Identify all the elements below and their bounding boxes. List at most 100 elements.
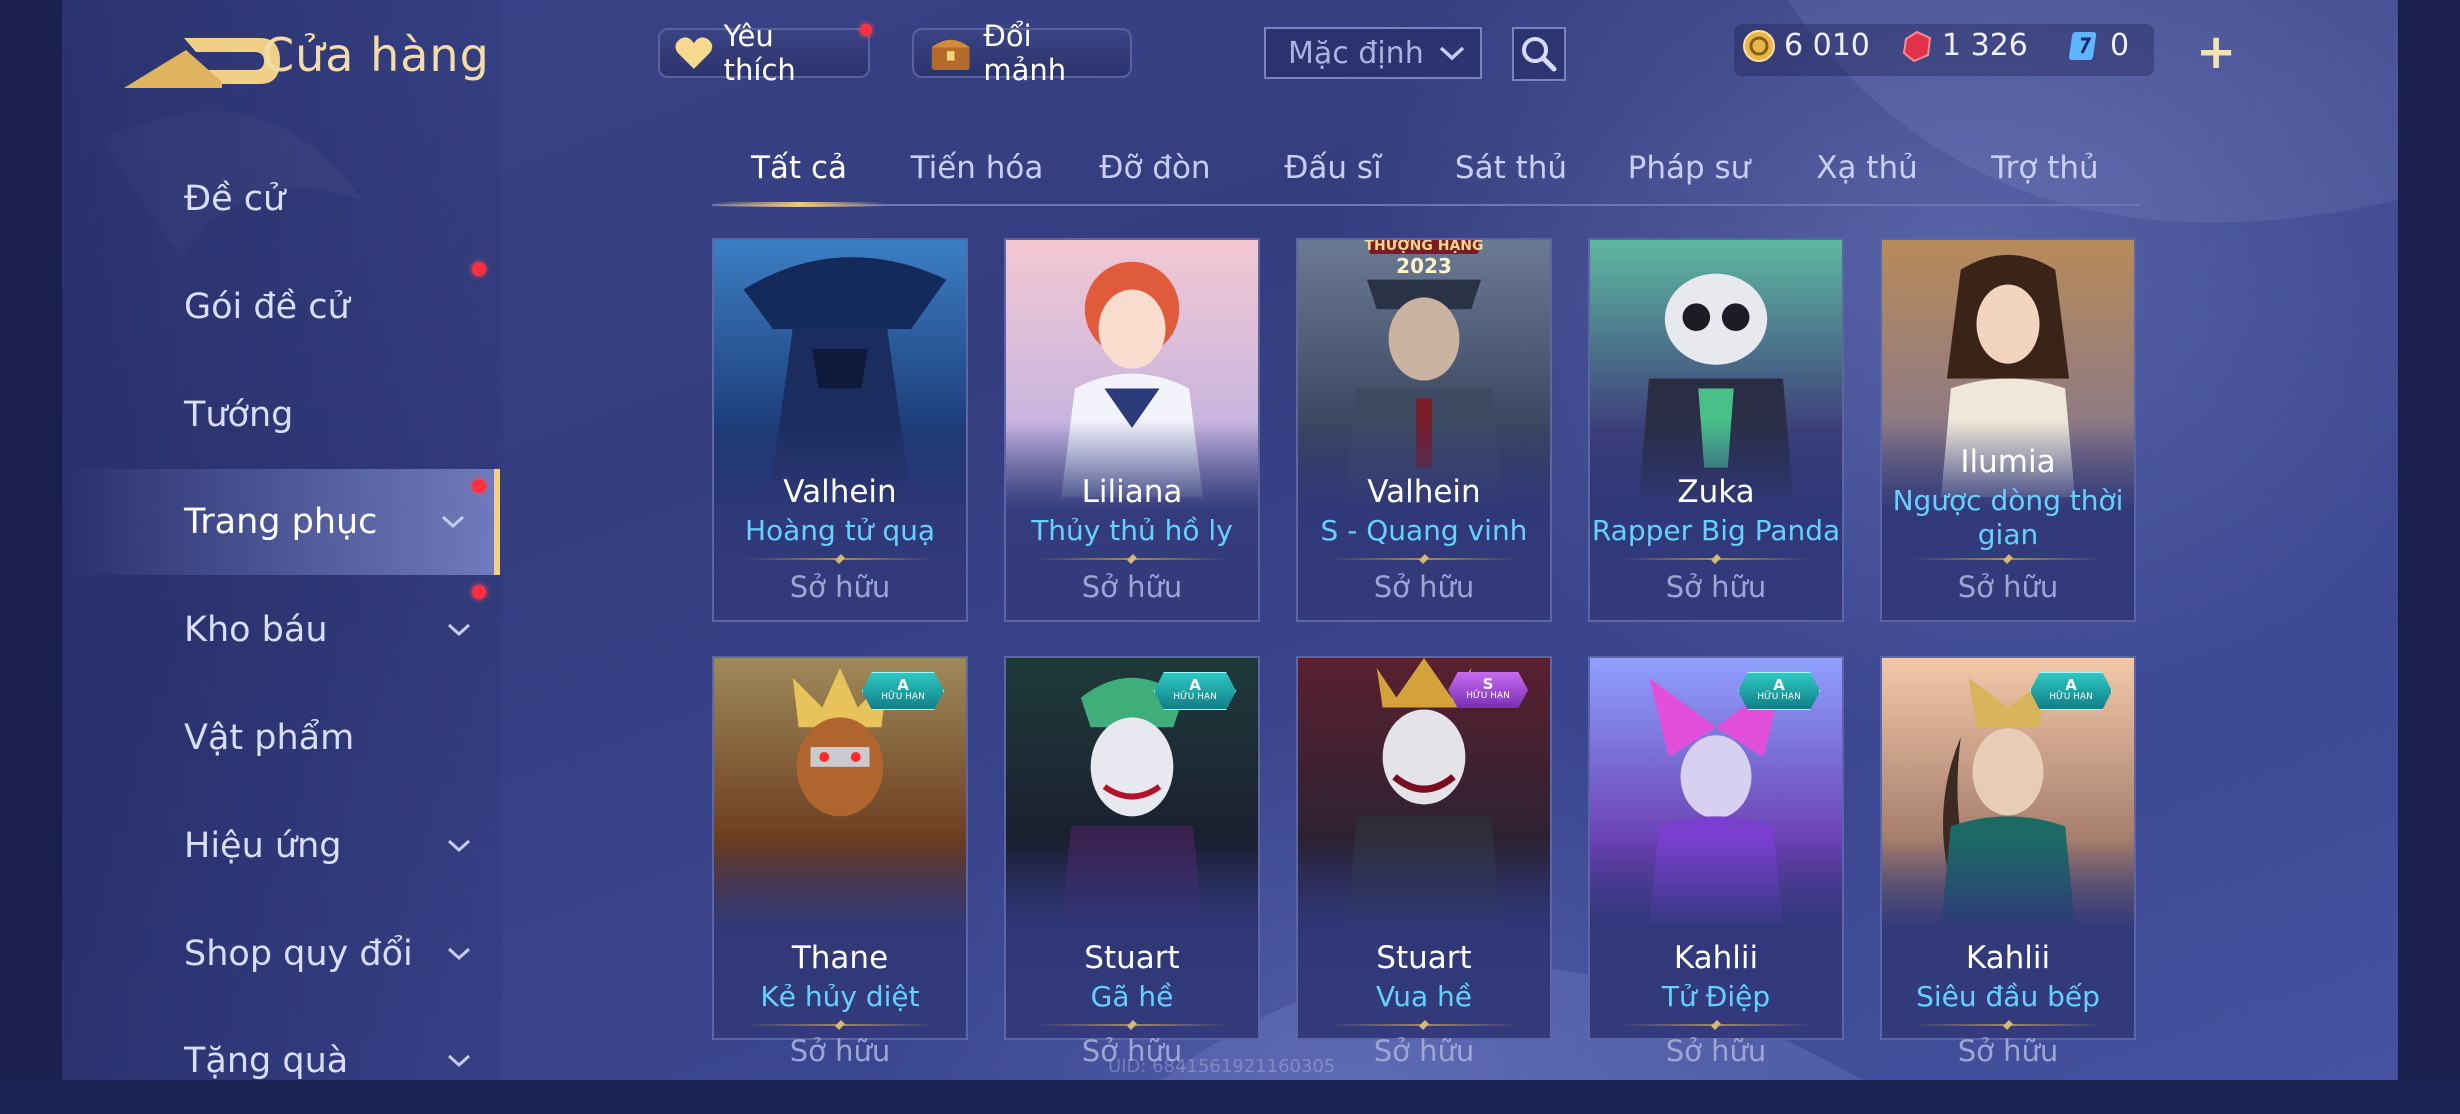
- skin-name: Kẻ hủy diệt: [760, 980, 920, 1013]
- notification-dot: [472, 585, 486, 599]
- hero-class-tabs: Tất cả Tiến hóa Đỡ đòn Đấu sĩ Sát thủ Ph…: [712, 142, 2140, 207]
- owned-status: Sở hữu: [1957, 570, 2059, 604]
- skin-card[interactable]: Zuka Rapper Big Panda Sở hữu: [1588, 238, 1844, 622]
- skin-card[interactable]: A HỮU HẠN Kahlii Tử Điệp: [1588, 656, 1844, 1040]
- back-arrow-icon[interactable]: [122, 26, 282, 96]
- limited-label: HỮU HẠN: [1757, 692, 1801, 702]
- notification-dot: [472, 262, 486, 276]
- skin-name: Ngược dòng thời gian: [1892, 484, 2124, 551]
- hero-name: Liliana: [1081, 474, 1183, 510]
- skin-name: Vua hề: [1375, 980, 1473, 1013]
- hero-name: Kahlii: [1673, 940, 1759, 976]
- chevron-down-icon: [447, 1054, 471, 1068]
- grade-badge: A HỮU HẠN: [2030, 672, 2112, 710]
- voucher-balance: 0: [2068, 28, 2129, 63]
- sidebar-item-label: Đề cử: [184, 179, 286, 219]
- card-divider: [744, 1024, 936, 1026]
- favorites-label: Yêu thích: [723, 19, 796, 87]
- tab-mage[interactable]: Pháp sư: [1602, 142, 1776, 204]
- grade-badge: A HỮU HẠN: [1738, 672, 1820, 710]
- owned-status: Sở hữu: [1665, 570, 1767, 604]
- tab-evolution[interactable]: Tiến hóa: [890, 142, 1064, 204]
- sidebar-item-treasure[interactable]: Kho báu: [62, 577, 500, 683]
- tab-assassin[interactable]: Sát thủ: [1424, 142, 1598, 204]
- skin-name: Gã hề: [1090, 980, 1174, 1013]
- card-divider: [1912, 558, 2104, 560]
- card-divider: [1328, 1024, 1520, 1026]
- shard-exchange-button[interactable]: Đổi mảnh: [912, 19, 1132, 87]
- voucher-icon: [2069, 31, 2097, 60]
- card-divider: [1036, 558, 1228, 560]
- treasure-chest-icon: [931, 39, 970, 71]
- card-divider: [1620, 1024, 1812, 1026]
- owned-status: Sở hữu: [1373, 570, 1475, 604]
- limited-label: HỮU HẠN: [1466, 691, 1510, 701]
- voucher-balance-value: 0: [2110, 28, 2130, 63]
- grade-letter: A: [2065, 676, 2077, 694]
- notification-dot: [860, 24, 872, 36]
- sidebar-item-recommended[interactable]: Đề cử: [62, 146, 500, 252]
- premium-banner-year: 2023: [1396, 254, 1452, 278]
- owned-status: Sở hữu: [789, 570, 891, 604]
- favorites-button[interactable]: Yêu thích: [658, 19, 872, 87]
- skin-card[interactable]: Liliana Thủy thủ hồ ly Sở hữu: [1004, 238, 1260, 622]
- sidebar-item-label: Kho báu: [184, 610, 328, 650]
- gold-balance: 6 010: [1742, 28, 1870, 63]
- sidebar-item-recommended-packs[interactable]: Gói đề cử: [62, 254, 500, 360]
- skin-name: Thủy thủ hồ ly: [1031, 514, 1233, 547]
- skin-card[interactable]: Ilumia Ngược dòng thời gian Sở hữu: [1880, 238, 2136, 622]
- heart-icon: [675, 37, 713, 69]
- grade-letter: A: [897, 676, 909, 694]
- sidebar-item-label: Tặng quà: [184, 1041, 349, 1081]
- sidebar-item-label: Trang phục: [184, 502, 378, 542]
- add-currency-button[interactable]: +: [2196, 28, 2236, 76]
- grade-letter: S: [1482, 675, 1494, 693]
- sort-dropdown[interactable]: Mặc định: [1264, 27, 1482, 79]
- skin-card[interactable]: A HỮU HẠN Thane Kẻ hủy diệt: [712, 656, 968, 1040]
- gold-balance-value: 6 010: [1784, 28, 1870, 63]
- skin-card[interactable]: Valhein Hoàng tử quạ Sở hữu: [712, 238, 968, 622]
- hero-name: Ilumia: [1960, 444, 2056, 480]
- right-letterbox: [2398, 0, 2460, 1080]
- sidebar-item-items[interactable]: Vật phẩm: [62, 685, 500, 791]
- card-divider: [1036, 1024, 1228, 1026]
- sidebar-item-effects[interactable]: Hiệu ứng: [62, 793, 500, 899]
- sidebar-item-skins[interactable]: Trang phục: [62, 469, 500, 575]
- user-id-watermark: UID: 6841561921160305: [1108, 1056, 1336, 1077]
- grade-letter: A: [1773, 676, 1785, 694]
- ruby-gem-icon: [1902, 30, 1932, 62]
- search-button[interactable]: [1512, 27, 1566, 81]
- card-divider: [1328, 558, 1520, 560]
- hero-name: Kahlii: [1965, 940, 2051, 976]
- skin-name: Rapper Big Panda: [1591, 514, 1841, 547]
- chevron-down-icon: [447, 839, 471, 853]
- skin-card[interactable]: A HỮU HẠN Stuart Gã hề: [1004, 656, 1260, 1040]
- owned-status: Sở hữu: [789, 1034, 891, 1068]
- skin-card[interactable]: THƯỢNG HẠNG 2023 Valhein S - Quang vinh …: [1296, 238, 1552, 622]
- sidebar-item-gifting[interactable]: Tặng quà: [62, 1008, 500, 1114]
- tab-marksman[interactable]: Xạ thủ: [1780, 142, 1954, 204]
- premium-banner-label: THƯỢNG HẠNG: [1364, 238, 1484, 254]
- grade-badge: S HỮU HẠN: [1448, 672, 1528, 708]
- tab-tank[interactable]: Đỡ đòn: [1068, 142, 1242, 204]
- skin-card[interactable]: A HỮU HẠN Kahlii Siêu đầu bếp: [1880, 656, 2136, 1040]
- hero-name: Valhein: [1367, 474, 1481, 510]
- card-divider: [744, 558, 936, 560]
- chevron-down-icon: [441, 515, 465, 529]
- tab-warrior[interactable]: Đấu sĩ: [1246, 142, 1420, 204]
- tab-support[interactable]: Trợ thủ: [1958, 142, 2132, 204]
- chevron-down-icon: [1439, 46, 1465, 61]
- tab-all[interactable]: Tất cả: [712, 142, 886, 207]
- grade-letter: A: [1189, 676, 1201, 694]
- skin-card[interactable]: S HỮU HẠN Stuart Vua hề: [1296, 656, 1552, 1040]
- owned-status: Sở hữu: [1081, 570, 1183, 604]
- chevron-down-icon: [447, 623, 471, 637]
- skin-name: Siêu đầu bếp: [1916, 980, 2100, 1013]
- notification-dot: [472, 479, 486, 493]
- shard-exchange-label: Đổi mảnh: [983, 19, 1067, 87]
- sidebar-item-exchange-shop[interactable]: Shop quy đổi: [62, 901, 500, 1007]
- hero-name: Stuart: [1084, 940, 1180, 976]
- limited-label: HỮU HẠN: [1173, 692, 1217, 702]
- sidebar-item-heroes[interactable]: Tướng: [62, 362, 500, 468]
- search-icon: [1522, 37, 1557, 72]
